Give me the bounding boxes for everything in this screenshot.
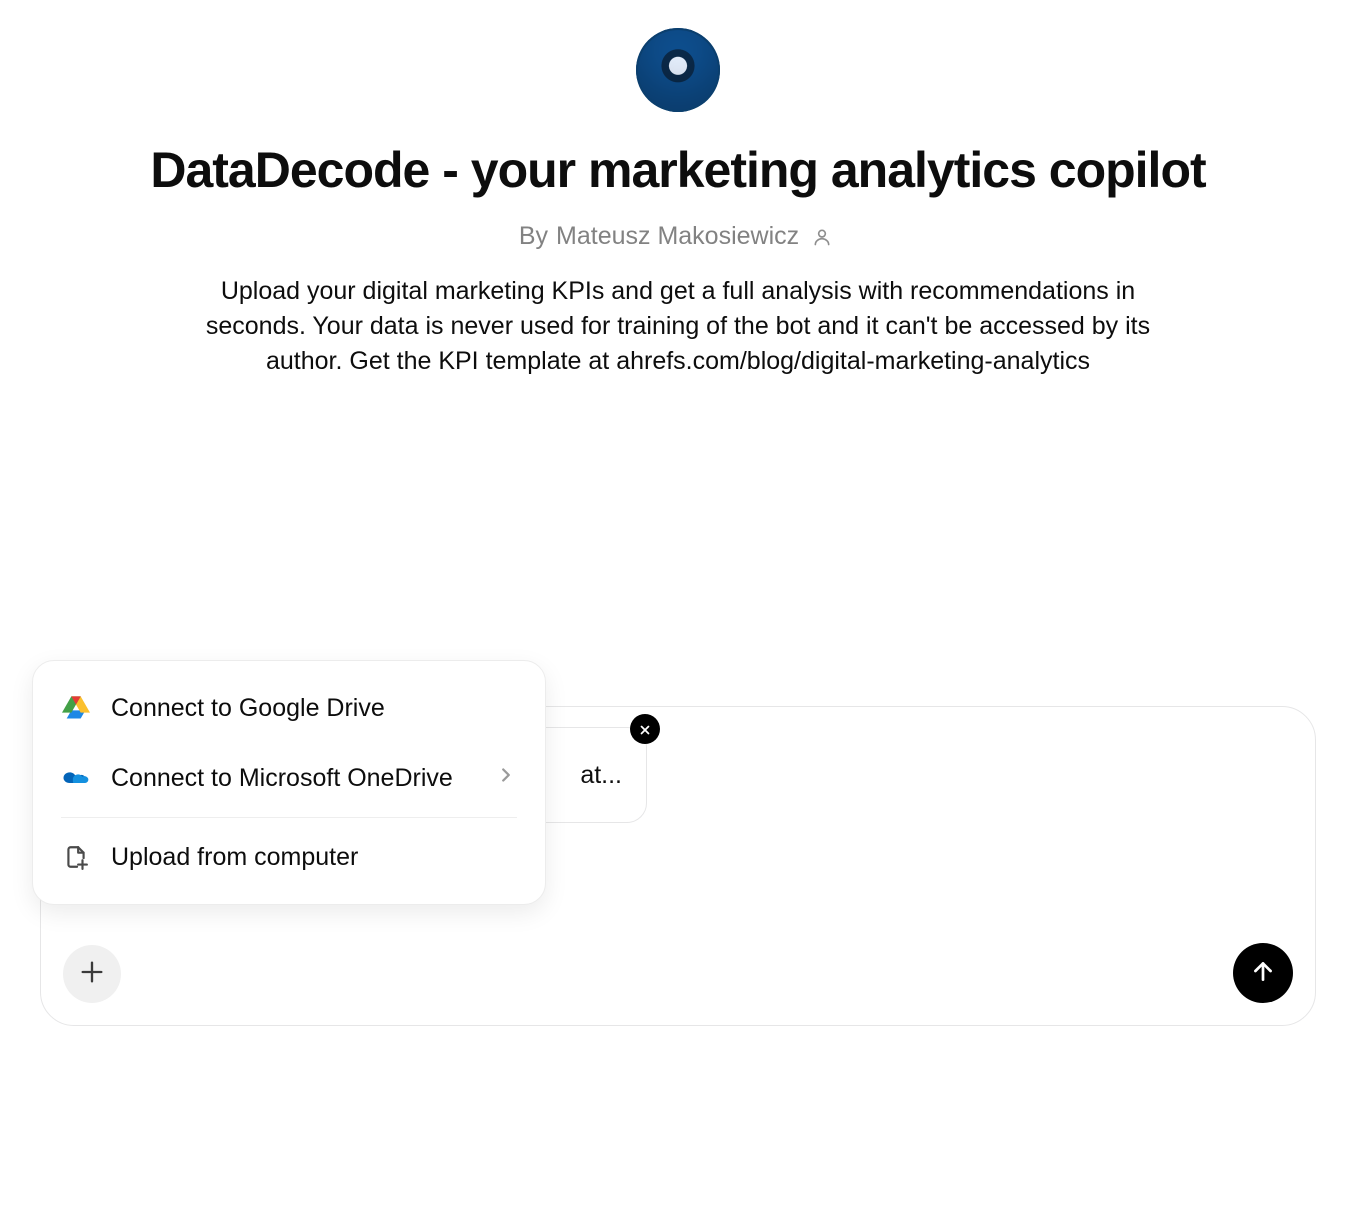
menu-divider <box>61 817 517 818</box>
upload-file-icon <box>61 842 91 872</box>
menu-item-upload-computer[interactable]: Upload from computer <box>33 822 545 892</box>
author-line: By Mateusz Makosiewicz <box>519 222 837 252</box>
page-header: DataDecode - your marketing analytics co… <box>0 0 1356 379</box>
onedrive-icon <box>61 763 91 793</box>
menu-item-label: Connect to Microsoft OneDrive <box>111 764 453 793</box>
attachment-chip-label: at... <box>580 761 622 790</box>
menu-item-label: Connect to Google Drive <box>111 694 385 723</box>
menu-item-onedrive[interactable]: Connect to Microsoft OneDrive <box>33 743 545 813</box>
page-title: DataDecode - your marketing analytics co… <box>150 142 1205 200</box>
google-drive-icon <box>61 693 91 723</box>
chevron-right-icon <box>495 764 517 793</box>
plus-icon <box>78 958 106 991</box>
menu-item-label: Upload from computer <box>111 843 358 872</box>
menu-item-google-drive[interactable]: Connect to Google Drive <box>33 673 545 743</box>
arrow-up-icon <box>1250 958 1276 989</box>
close-icon <box>638 715 652 744</box>
author-name: Mateusz Makosiewicz <box>556 222 799 251</box>
person-icon <box>807 222 837 252</box>
page-description: Upload your digital marketing KPIs and g… <box>198 274 1158 379</box>
author-prefix: By <box>519 222 548 251</box>
send-button[interactable] <box>1233 943 1293 1003</box>
attach-menu: Connect to Google Drive Connect to Micro… <box>32 660 546 905</box>
add-attachment-button[interactable] <box>63 945 121 1003</box>
attachment-remove-button[interactable] <box>630 714 660 744</box>
bot-avatar <box>636 28 720 112</box>
